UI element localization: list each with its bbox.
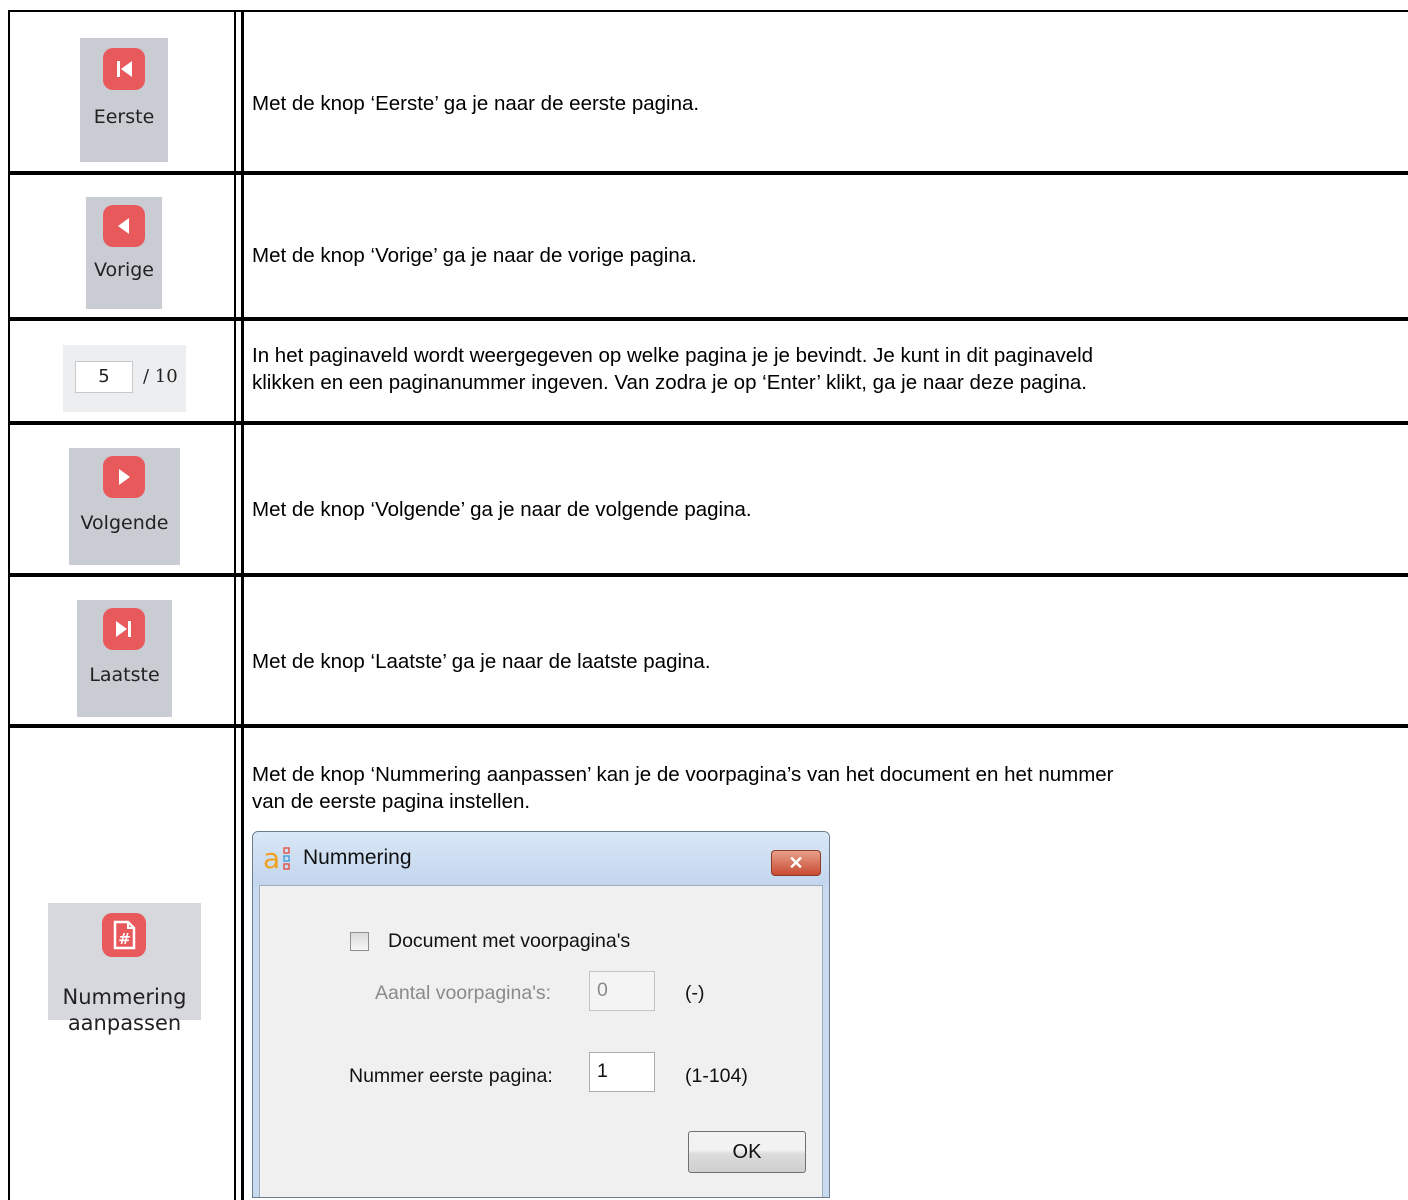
front-pages-range: (-): [685, 982, 705, 1004]
first-page-label: Eerste: [93, 106, 155, 128]
last-page-label: Laatste: [89, 664, 160, 686]
front-pages-count-label: Aantal voorpagina's:: [375, 982, 552, 1004]
row-divider: [8, 724, 1408, 728]
page-numbering-label-line-2: aanpassen: [67, 1011, 182, 1035]
page-field-widget: 5 / 10: [63, 345, 186, 412]
first-page-description: Met de knop ‘Eerste’ ga je naar de eerst…: [252, 92, 700, 115]
previous-page-icon: [103, 205, 145, 247]
close-icon[interactable]: ✕: [771, 850, 821, 876]
page-field-description-line-2: klikken en een paginanummer ingeven. Van…: [252, 371, 1087, 394]
first-page-icon: [103, 48, 145, 90]
dialog-title: Nummering: [303, 846, 412, 869]
front-pages-checkbox-label: Document met voorpagina's: [388, 930, 631, 952]
page-numbering-description-line-2: van de eerste pagina instellen.: [252, 790, 531, 813]
first-page-number-label: Nummer eerste pagina:: [349, 1065, 553, 1087]
page-field-description-line-1: In het paginaveld wordt weergegeven op w…: [252, 344, 1094, 367]
row-divider: [8, 171, 1408, 175]
column-divider: [234, 10, 236, 1200]
svg-text:a: a: [263, 844, 280, 874]
first-page-button[interactable]: Eerste: [80, 38, 168, 162]
row-divider: [8, 317, 1408, 321]
first-page-number-range: (1-104): [685, 1065, 748, 1087]
svg-text:#: #: [118, 930, 131, 948]
page-total: / 10: [143, 366, 178, 387]
ok-button[interactable]: OK: [688, 1131, 806, 1173]
table-left-border: [8, 10, 10, 1200]
page-numbering-icon: #: [102, 913, 146, 957]
row-divider: [8, 421, 1408, 425]
page-numbering-button[interactable]: # Nummering aanpassen: [48, 903, 201, 1035]
last-page-icon: [103, 608, 145, 650]
page-numbering-description-line-1: Met de knop ‘Nummering aanpassen’ kan je…: [252, 763, 1114, 786]
last-page-description: Met de knop ‘Laatste’ ga je naar de laat…: [252, 650, 711, 673]
previous-page-label: Vorige: [94, 259, 154, 281]
next-page-label: Volgende: [80, 512, 169, 534]
previous-page-description: Met de knop ‘Vorige’ ga je naar de vorig…: [252, 244, 697, 267]
next-page-icon: [103, 456, 145, 498]
previous-page-button[interactable]: Vorige: [86, 197, 162, 309]
page-numbering-label-line-1: Nummering: [62, 985, 187, 1009]
front-pages-count-input[interactable]: 0: [589, 971, 655, 1011]
table-top-border: [8, 10, 1408, 12]
next-page-button[interactable]: Volgende: [69, 448, 180, 565]
dialog-body: Document met voorpagina's Aantal voorpag…: [259, 885, 823, 1197]
app-logo-icon: a: [262, 842, 296, 875]
last-page-button[interactable]: Laatste: [77, 600, 172, 717]
dialog-titlebar: a Nummering ✕: [253, 832, 829, 885]
row-divider: [8, 573, 1408, 577]
column-divider: [241, 10, 244, 1200]
first-page-number-input[interactable]: 1: [589, 1052, 655, 1092]
next-page-description: Met de knop ‘Volgende’ ga je naar de vol…: [252, 498, 752, 521]
page-number-input[interactable]: 5: [75, 361, 133, 393]
front-pages-checkbox[interactable]: [350, 932, 369, 951]
numbering-dialog: a Nummering ✕ Document met voorpagina's …: [252, 831, 830, 1198]
